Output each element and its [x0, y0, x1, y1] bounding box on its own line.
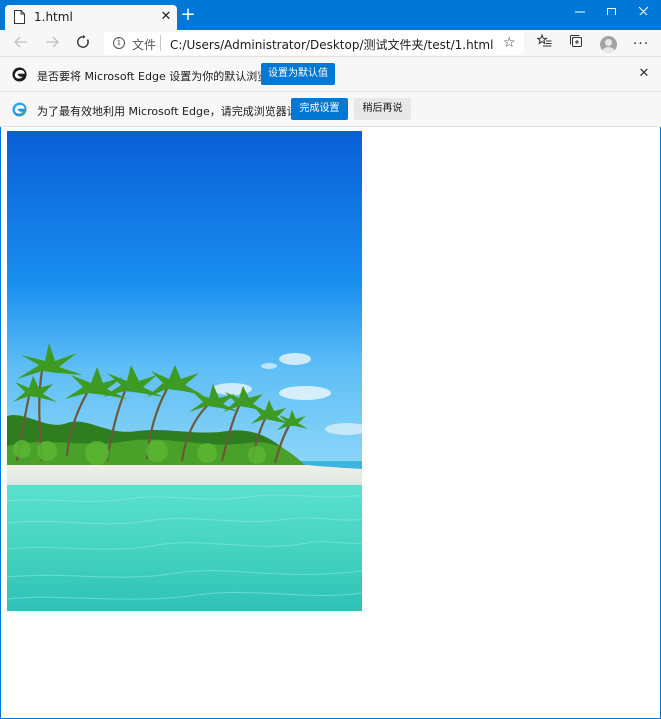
star-icon[interactable]: ☆: [503, 35, 516, 51]
url-text[interactable]: C:/Users/Administrator/Desktop/测试文件夹/tes…: [170, 36, 493, 53]
new-tab-icon[interactable]: +: [179, 6, 197, 24]
back-arrow-icon[interactable]: [10, 33, 32, 55]
close-icon[interactable]: ✕: [158, 9, 174, 25]
setup-infobar: 为了最有效地利用 Microsoft Edge，请完成浏览器设置。 完成设置 稍…: [0, 92, 661, 127]
finish-setup-button[interactable]: 完成设置: [291, 98, 348, 120]
favorites-icon[interactable]: [533, 33, 555, 55]
edge-color-logo-icon: [12, 102, 27, 117]
tab-1-html[interactable]: 1.html ✕: [5, 5, 177, 30]
set-default-button[interactable]: 设置为默认值: [261, 63, 335, 85]
refresh-icon[interactable]: [72, 33, 94, 55]
address-bar[interactable]: i 文件 C:/Users/Administrator/Desktop/测试文件…: [104, 32, 524, 55]
default-browser-infobar: 是否要将 Microsoft Edge 设置为你的默认浏览器? 设置为默认值 ✕: [0, 57, 661, 92]
collections-icon[interactable]: [565, 33, 587, 55]
forward-arrow-icon[interactable]: [41, 33, 63, 55]
window-close-icon[interactable]: [621, 0, 661, 30]
address-separator: [160, 35, 161, 51]
tab-title: 1.html: [34, 10, 73, 24]
title-bar: 1.html ✕ +: [0, 0, 661, 30]
page-icon: [14, 10, 25, 24]
edge-logo-icon: [12, 67, 27, 82]
later-button[interactable]: 稍后再说: [354, 98, 411, 120]
page-content: [1, 128, 660, 718]
scheme-label: 文件: [132, 38, 157, 52]
info-icon[interactable]: i: [113, 37, 125, 49]
default-browser-message: 是否要将 Microsoft Edge 设置为你的默认浏览器?: [37, 70, 286, 83]
more-options-icon[interactable]: ···: [630, 33, 652, 55]
setup-message: 为了最有效地利用 Microsoft Edge，请完成浏览器设置。: [37, 105, 320, 118]
profile-avatar-icon[interactable]: [597, 33, 619, 55]
close-icon[interactable]: ✕: [637, 67, 651, 81]
navigation-toolbar: i 文件 C:/Users/Administrator/Desktop/测试文件…: [0, 30, 661, 57]
avatar: [599, 36, 617, 53]
beach-image: [7, 131, 362, 611]
